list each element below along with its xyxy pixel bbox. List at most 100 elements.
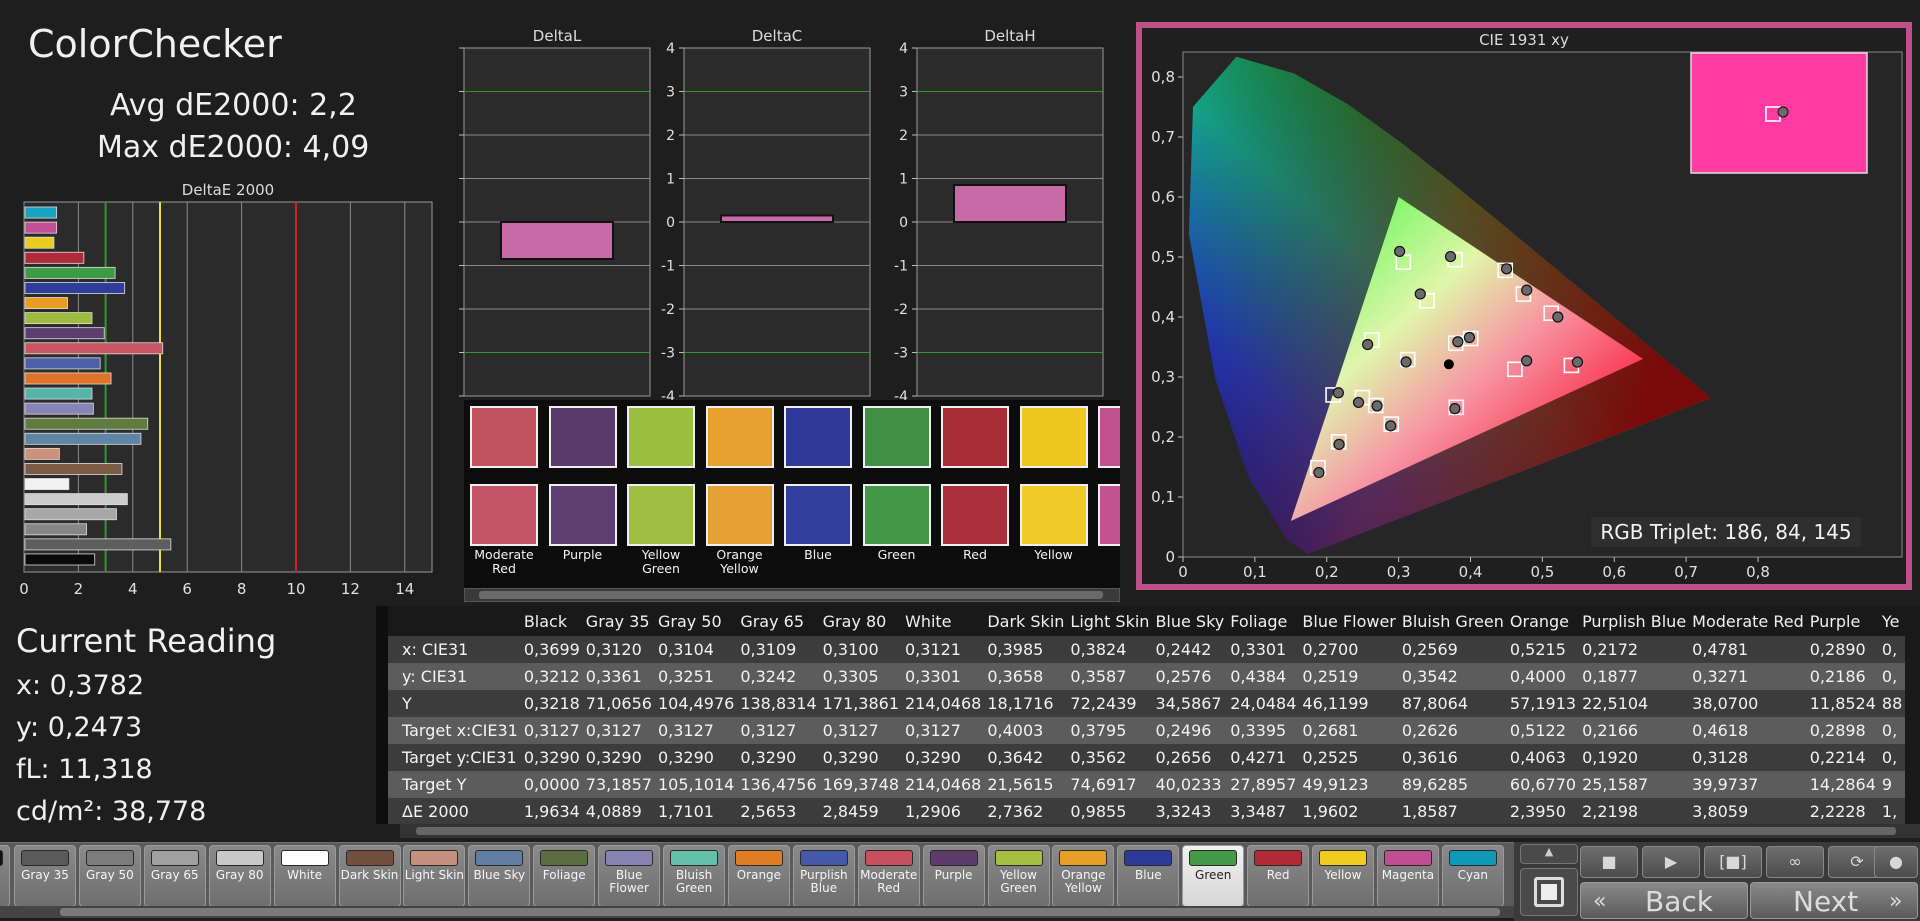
patch-button[interactable]: Gray 50 — [78, 845, 141, 907]
delta-chart-title: DeltaL — [533, 27, 582, 45]
scroll-thumb[interactable] — [479, 591, 1103, 599]
patch-button[interactable]: Yellow — [1312, 845, 1374, 907]
patch-button[interactable]: Purplish Blue — [792, 845, 855, 907]
column-header[interactable]: Purplish Blue — [1579, 606, 1689, 636]
deltae-bar — [24, 327, 105, 340]
scroll-thumb[interactable] — [416, 827, 1896, 835]
patch-button[interactable]: Bluish Green — [663, 845, 725, 907]
patch-scrollbar[interactable] — [0, 906, 1514, 918]
column-header[interactable]: Dark Skin — [984, 606, 1067, 636]
table-cell: 0,2898 — [1806, 717, 1879, 744]
back-button[interactable]: « Back — [1580, 882, 1748, 919]
patch-button[interactable]: Blue Sky — [468, 845, 531, 907]
patch-color-chip — [994, 850, 1043, 866]
column-header[interactable]: Moderate Red — [1689, 606, 1807, 636]
patch-button[interactable]: Cyan — [1441, 845, 1504, 907]
column-header[interactable]: Foliage — [1227, 606, 1299, 636]
column-header[interactable]: Gray 35 — [583, 606, 655, 636]
delta-chart-title: DeltaC — [752, 27, 803, 45]
y-tick-label: 2 — [666, 128, 675, 144]
delta-bar — [953, 184, 1067, 223]
table-cell: 0,3218 — [520, 690, 583, 717]
patch-color-chip — [85, 850, 134, 866]
swatch-label: Green — [877, 547, 916, 562]
patch-label: Yellow Green — [1000, 868, 1037, 895]
patch-button[interactable]: Moderate Red — [857, 845, 920, 907]
patch-color-chip — [410, 850, 459, 866]
table-cell: 3,3487 — [1227, 798, 1300, 824]
patch-button[interactable]: Magenta — [1376, 845, 1439, 907]
deltae-bar — [24, 447, 60, 460]
table-cell: 104,4976 — [654, 690, 738, 717]
continuous-button[interactable]: ∞ — [1766, 846, 1824, 878]
patch-button[interactable]: Blue Flower — [598, 845, 661, 907]
table-cell: 2,7362 — [984, 798, 1068, 824]
table-row[interactable]: x: CIE31 0,3699 0,3120 0,3104 0,3109 0,3100 0,… — [376, 636, 1906, 663]
column-header[interactable]: White — [902, 606, 984, 636]
table-cell: 0,3121 — [902, 636, 985, 663]
table-cell: 57,1913 — [1506, 690, 1580, 717]
table-row[interactable]: ΔE 2000 1,9634 4,0889 1,7101 2,5653 2,8459 1,2… — [376, 798, 1906, 824]
patch-button[interactable]: Purple — [922, 845, 985, 907]
patch-button[interactable]: Green — [1182, 845, 1245, 907]
double-chevron-left-icon: « — [1593, 889, 1607, 914]
scroll-thumb[interactable] — [60, 908, 1500, 916]
next-button[interactable]: Next » — [1750, 882, 1918, 919]
patch-color-chip — [1319, 850, 1367, 866]
patch-button[interactable]: Dark Skin — [338, 845, 401, 907]
table-cell: 0, — [1878, 717, 1906, 744]
measured-swatch — [470, 484, 538, 546]
column-header[interactable]: Ye — [1879, 606, 1905, 636]
table-row[interactable]: Y 0,3218 71,0656 104,4976 138,8314 171,3861 21… — [376, 690, 1906, 717]
table-cell: 24,0484 — [1227, 690, 1300, 717]
patch-button[interactable]: Orange Yellow — [1052, 845, 1115, 907]
swatch-scrollbar[interactable] — [464, 588, 1120, 602]
patch-button[interactable]: Gray 65 — [143, 845, 206, 907]
stop-button[interactable]: ■ — [1580, 846, 1638, 878]
patch-button[interactable]: Gray 35 — [14, 845, 76, 907]
column-header[interactable]: Blue Flower — [1299, 606, 1398, 636]
stop-square-button[interactable] — [1520, 868, 1578, 916]
play-button[interactable]: ▶ — [1642, 846, 1700, 878]
table-row[interactable]: Target y:CIE31 0,3290 0,3290 0,3290 0,3290 0,… — [376, 744, 1906, 771]
frame-button[interactable]: [■] — [1704, 846, 1762, 878]
column-header[interactable]: Light Skin — [1067, 606, 1152, 636]
swatch-pair: Red — [941, 406, 1009, 562]
table-cell: 0,2519 — [1299, 663, 1399, 690]
patch-button-partial[interactable] — [0, 845, 10, 907]
table-cell: 0,3120 — [582, 636, 655, 663]
column-header[interactable]: Purple — [1807, 606, 1879, 636]
table-cell: 0, — [1878, 636, 1906, 663]
scroll-up-button[interactable]: ▲ — [1520, 844, 1578, 864]
patch-button[interactable]: White — [273, 845, 336, 907]
patch-button[interactable]: Blue — [1117, 845, 1180, 907]
table-row[interactable]: Target x:CIE31 0,3127 0,3127 0,3127 0,3127 0,… — [376, 717, 1906, 744]
table-cell: 38,0700 — [1689, 690, 1807, 717]
avg-de2000: Avg dE2000: 2,2 — [110, 88, 357, 123]
table-scrollbar[interactable] — [400, 824, 1920, 838]
patch-button[interactable]: Yellow Green — [987, 845, 1050, 907]
column-header[interactable]: Gray 50 — [655, 606, 737, 636]
column-header[interactable]: Black — [521, 606, 583, 636]
record-button[interactable]: ● — [1874, 846, 1918, 878]
column-header[interactable]: Bluish Green — [1399, 606, 1507, 636]
patch-label: Gray 65 — [150, 868, 199, 882]
patch-button[interactable]: Orange — [727, 845, 790, 907]
patch-label: Red — [1266, 868, 1290, 882]
table-row[interactable]: Target Y 0,0000 73,1857 105,1014 136,4756 169… — [376, 771, 1906, 798]
column-header[interactable]: Orange — [1507, 606, 1579, 636]
swatch-label: Ma — [1098, 548, 1120, 562]
column-header[interactable]: Gray 65 — [737, 606, 819, 636]
table-cell: 2,2198 — [1579, 798, 1690, 824]
table-row[interactable]: y: CIE31 0,3212 0,3361 0,3251 0,3242 0,3305 0,… — [376, 663, 1906, 690]
column-header[interactable]: Blue Sky — [1152, 606, 1227, 636]
deltae-bar — [24, 266, 116, 279]
infinity-icon: ∞ — [1788, 852, 1802, 871]
patch-button[interactable]: Gray 80 — [208, 845, 271, 907]
patch-button[interactable]: Red — [1247, 845, 1310, 907]
patch-button[interactable]: Light Skin — [403, 845, 466, 907]
patch-button[interactable]: Foliage — [533, 845, 596, 907]
column-header[interactable]: Gray 80 — [820, 606, 902, 636]
table-cell: 171,3861 — [819, 690, 902, 717]
x-tick-label: 12 — [341, 580, 360, 598]
